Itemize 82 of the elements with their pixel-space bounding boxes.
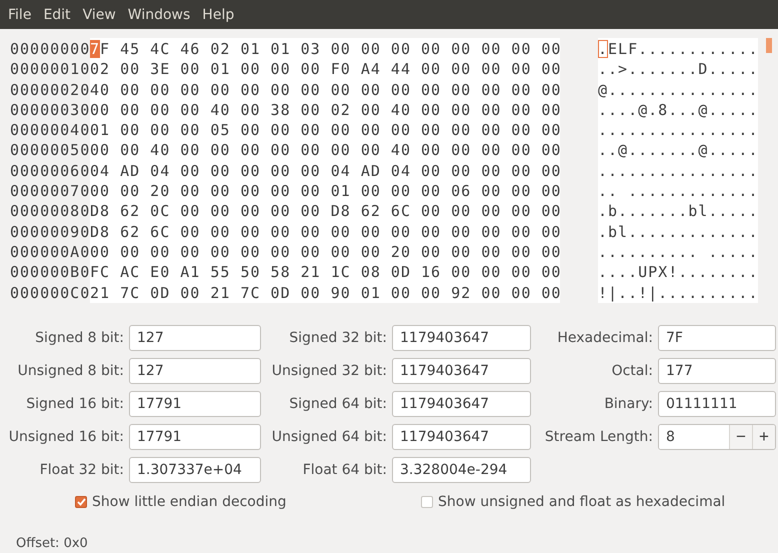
ascii-text: ..@.......@..... — [598, 140, 758, 161]
value-field[interactable]: 127 — [129, 358, 261, 384]
spin-box[interactable]: 8 − + — [658, 424, 776, 450]
row-offset: 00000050 — [10, 140, 90, 161]
field-label: Octal: — [610, 363, 654, 379]
hex-bytes: D8 62 0C 00 00 00 00 00 D8 62 6C 00 00 00 00 00 — [90, 201, 560, 222]
menu-item[interactable]: View — [76, 6, 122, 22]
value-field[interactable]: 17791 — [129, 424, 261, 450]
ascii-text: @............... — [598, 80, 758, 100]
ascii-text: ..>.......D..... — [598, 59, 758, 80]
row-offset: 00000030 — [10, 100, 90, 120]
field-label: Unsigned 16 bit: — [8, 429, 125, 445]
value-field[interactable]: 3.328004e-294 — [392, 457, 531, 483]
hex-bytes: 00 00 00 00 40 00 38 00 02 00 40 00 00 00 00 00 — [90, 100, 560, 120]
value-field[interactable]: 1.307337e+04 — [129, 457, 261, 483]
hex-bytes: FC AC E0 A1 55 50 58 21 1C 08 0D 16 00 00 00 00 — [90, 262, 560, 283]
ascii-text: .. ............. — [598, 181, 758, 202]
row-offset: 00000000 — [10, 39, 90, 60]
value-field[interactable]: 17791 — [129, 391, 261, 417]
increment-button[interactable]: + — [752, 425, 775, 449]
row-offset: 00000080 — [10, 201, 90, 222]
checkbox[interactable] — [75, 496, 87, 508]
field-label: Signed 8 bit: — [34, 330, 125, 346]
field-label: Unsigned 32 bit: — [270, 363, 388, 379]
field-label: Signed 32 bit: — [288, 330, 388, 346]
checkbox-label[interactable]: Show little endian decoding — [92, 494, 286, 510]
menu-item[interactable]: File — [2, 6, 38, 22]
row-offset: 00000020 — [10, 80, 90, 100]
row-offset: 00000010 — [10, 59, 90, 80]
row-offset: 000000A0 — [10, 242, 90, 262]
hex-bytes: 40 00 00 00 00 00 00 00 00 00 00 00 00 00 00 00 — [90, 80, 560, 100]
value-field[interactable]: 7F — [658, 325, 776, 351]
decrement-button[interactable]: − — [729, 425, 752, 449]
hex-bytes: 02 00 3E 00 01 00 00 00 F0 A4 44 00 00 00 00 00 — [90, 59, 560, 80]
menu-item[interactable]: Edit — [37, 6, 77, 22]
status-text: Offset: 0x0 — [16, 536, 89, 551]
ascii-text: .......... ..... — [598, 242, 758, 262]
field-label: Unsigned 64 bit: — [270, 429, 388, 445]
row-offset: 00000060 — [10, 160, 90, 182]
value-field[interactable]: 1179403647 — [392, 391, 531, 417]
ascii-view[interactable] — [598, 38, 758, 303]
hex-bytes: 7F 45 4C 46 02 01 01 03 00 00 00 00 00 00 00 00 — [90, 39, 560, 60]
ascii-text: ................ — [598, 120, 758, 140]
value-field[interactable]: 1179403647 — [392, 325, 531, 351]
ascii-text: .ELF............ — [598, 39, 758, 60]
field-label: Signed 64 bit: — [288, 396, 388, 412]
value-field[interactable]: 127 — [129, 325, 261, 351]
ascii-text: .bl............. — [598, 222, 758, 242]
value-field[interactable]: 1179403647 — [392, 358, 531, 384]
row-offset: 000000B0 — [10, 262, 90, 283]
field-label: Binary: — [603, 396, 654, 412]
value-field[interactable]: 1179403647 — [392, 424, 531, 450]
checkbox[interactable] — [421, 496, 433, 508]
ascii-text: !|..!|.......... — [598, 282, 758, 303]
hex-bytes: D8 62 6C 00 00 00 00 00 00 00 00 00 00 00 00 00 — [90, 222, 560, 242]
hex-bytes: 00 00 40 00 00 00 00 00 00 00 40 00 00 00 00 00 — [90, 140, 560, 161]
ascii-text: ....@.8...@..... — [598, 100, 758, 120]
value-field[interactable]: 177 — [658, 358, 776, 384]
checkbox-label[interactable]: Show unsigned and float as hexadecimal — [438, 494, 726, 510]
row-offset: 00000090 — [10, 222, 90, 242]
field-label: Signed 16 bit: — [25, 396, 125, 412]
field-label: Stream Length: — [544, 429, 654, 445]
field-label: Hexadecimal: — [556, 330, 654, 346]
field-label: Float 64 bit: — [302, 462, 388, 478]
menu-item[interactable]: Windows — [122, 6, 196, 22]
ascii-text: .b.......bl..... — [598, 201, 758, 222]
hex-bytes: 00 00 20 00 00 00 00 00 01 00 00 00 06 00 00 00 — [90, 181, 560, 202]
ascii-text: ....UPX!........ — [598, 262, 758, 283]
hex-bytes: 21 7C 0D 00 21 7C 0D 00 90 01 00 00 92 00 00 00 — [90, 282, 560, 303]
hex-bytes: 04 AD 04 00 00 00 00 00 04 AD 04 00 00 00 00 00 — [90, 160, 560, 182]
hex-view[interactable] — [90, 38, 560, 303]
hex-bytes: 01 00 00 00 05 00 00 00 00 00 00 00 00 00 00 00 — [90, 120, 560, 140]
menu-item[interactable]: Help — [196, 6, 240, 22]
row-offset: 00000070 — [10, 181, 90, 202]
value-field[interactable]: 01111111 — [658, 391, 776, 417]
field-label: Unsigned 8 bit: — [16, 363, 125, 379]
hex-bytes: 00 00 00 00 00 00 00 00 00 00 20 00 00 00 00 00 — [90, 242, 560, 262]
field-label: Float 32 bit: — [38, 462, 125, 478]
scrollbar-thumb[interactable] — [766, 38, 772, 53]
row-offset: 00000040 — [10, 120, 90, 140]
row-offset: 000000C0 — [10, 282, 90, 303]
ascii-text: ................ — [598, 160, 758, 182]
